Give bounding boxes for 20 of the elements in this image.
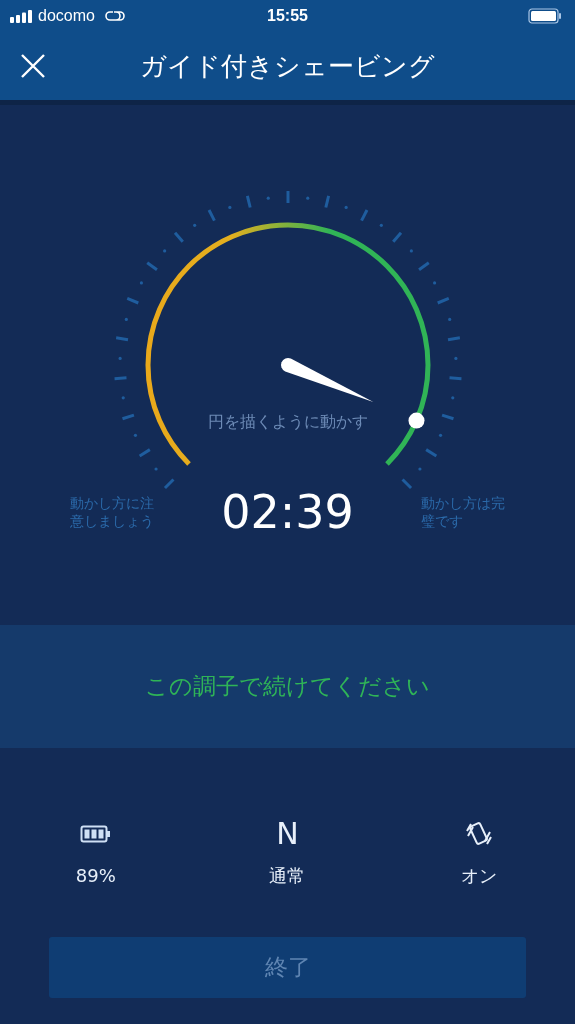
- signal-icon: [10, 9, 34, 23]
- stat-label: オン: [461, 864, 498, 888]
- position-marker: [408, 412, 425, 429]
- mode-symbol: N: [276, 818, 299, 850]
- end-button[interactable]: 終了: [49, 937, 526, 998]
- carrier-name: docomo: [38, 6, 95, 26]
- battery-icon: [528, 8, 562, 24]
- close-icon: [20, 53, 46, 79]
- timer: 02:39: [221, 485, 354, 539]
- vibration-icon: [464, 821, 495, 847]
- stat-label: 89%: [75, 864, 116, 888]
- clock-time: 15:55: [267, 6, 308, 26]
- screen-title: ガイド付きシェービング: [140, 49, 435, 83]
- link-icon: [104, 9, 125, 23]
- hint-text: 円を描くように動かす: [207, 411, 368, 433]
- warning-label: 動かし方に注意しましょう: [70, 494, 155, 530]
- good-label: 動かし方は完璧です: [421, 494, 506, 530]
- stat-label: 通常: [269, 864, 306, 888]
- battery-icon: [79, 825, 112, 843]
- banner-message: この調子で続けてください: [145, 672, 430, 702]
